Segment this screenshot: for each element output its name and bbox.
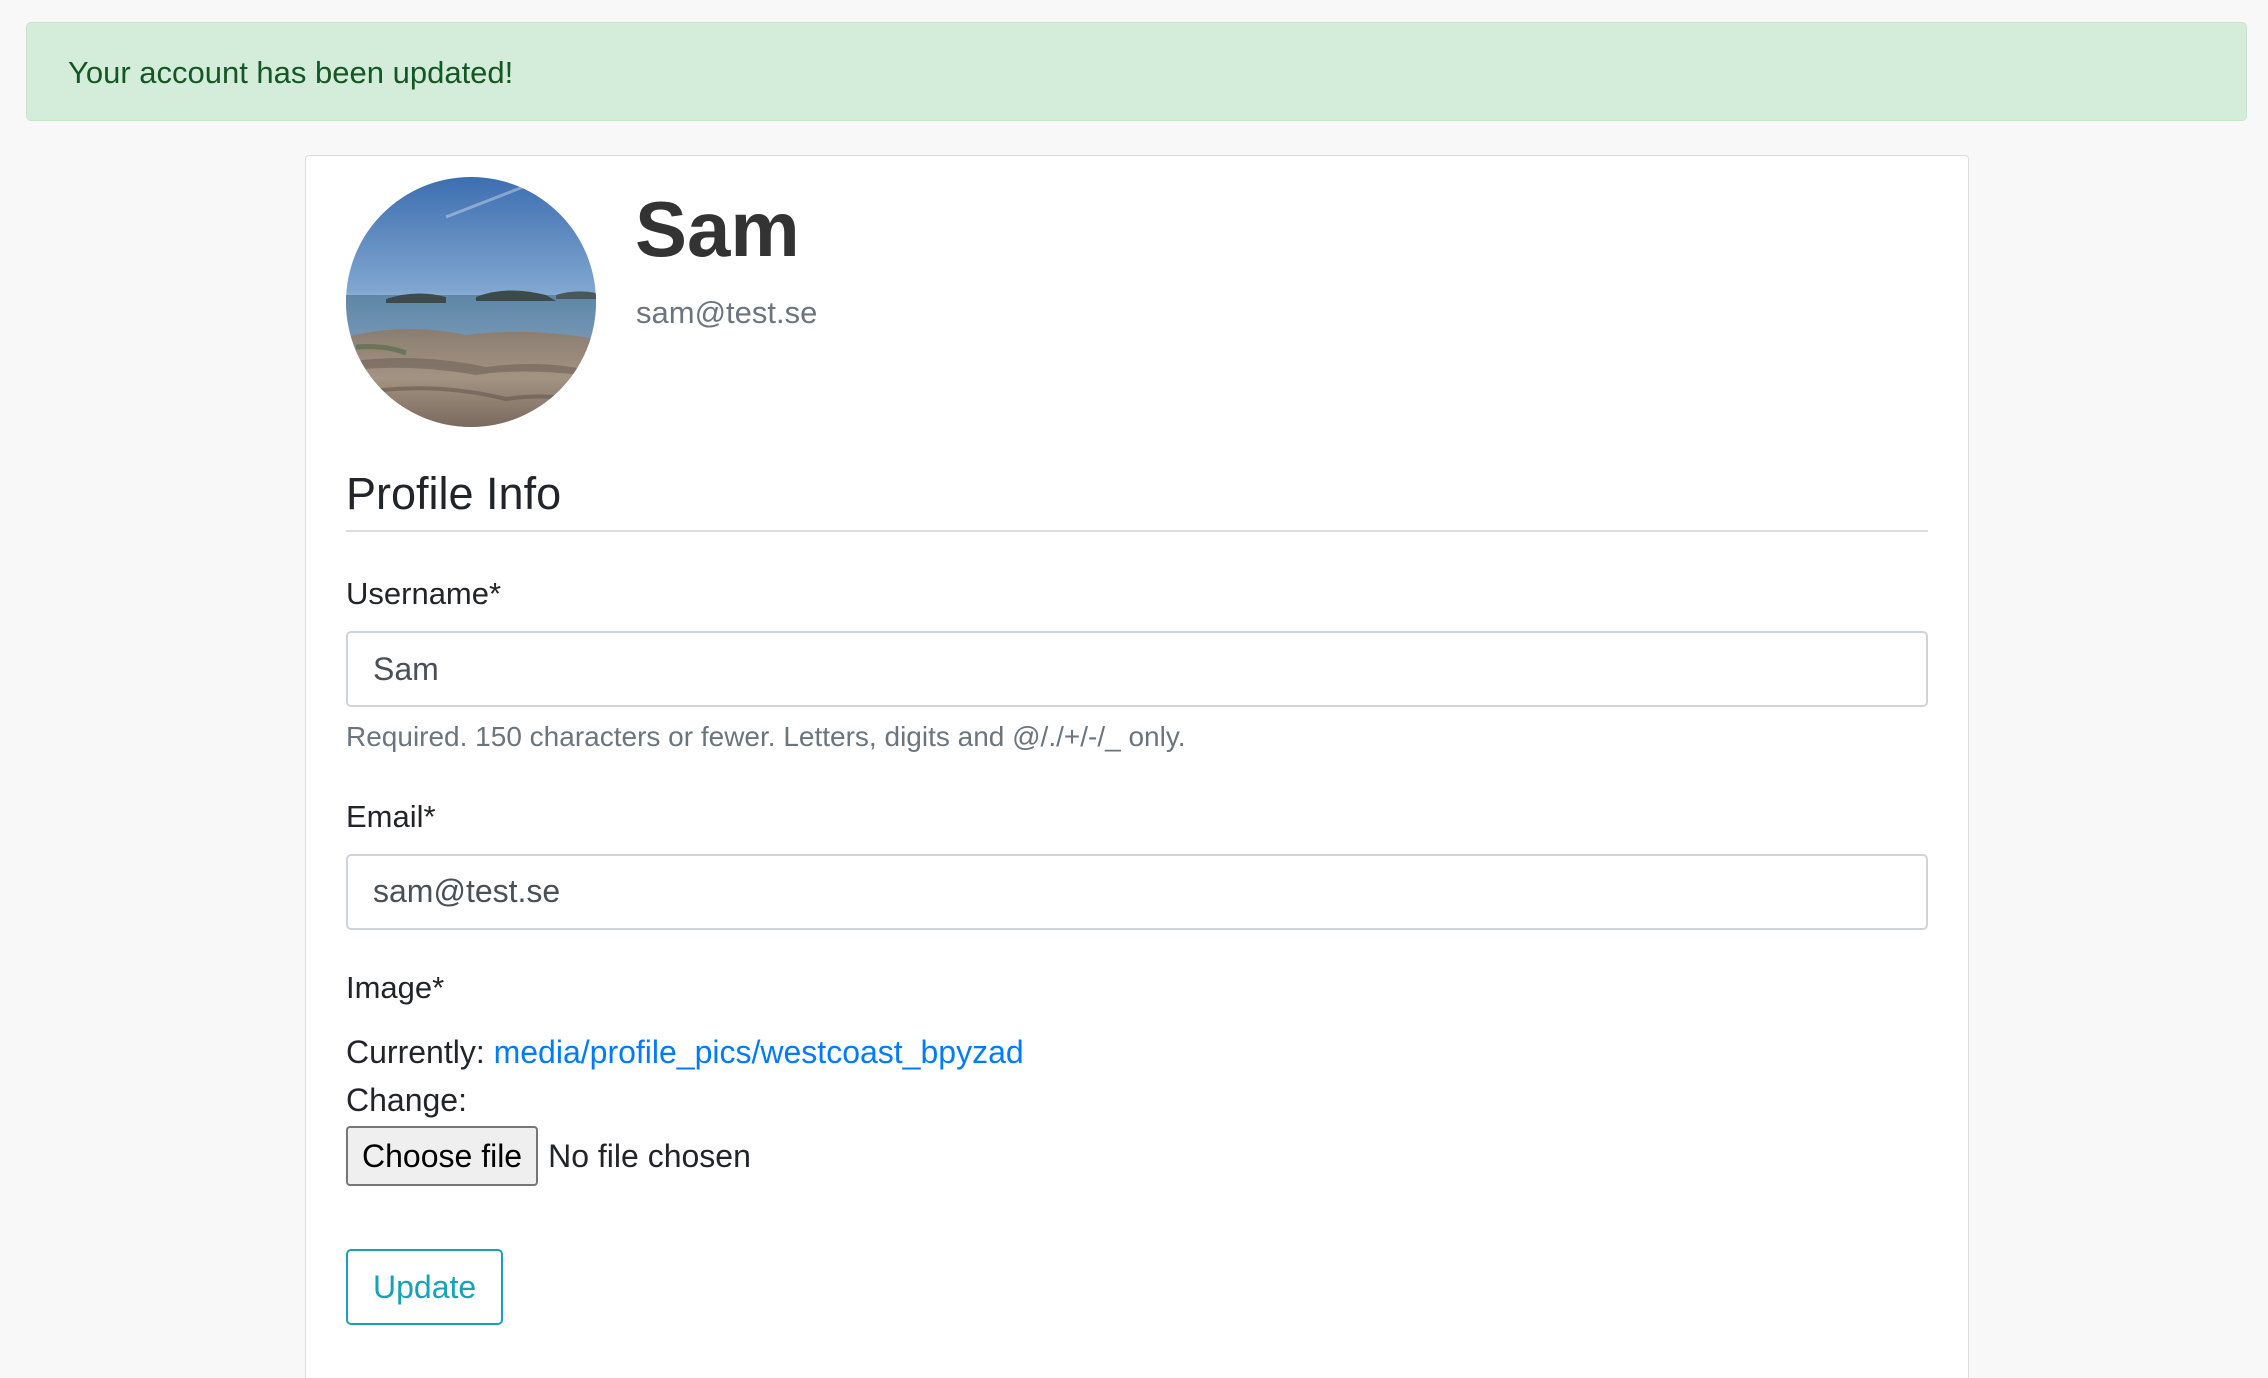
- choose-file-button[interactable]: Choose file: [346, 1126, 539, 1187]
- form-legend: Profile Info: [346, 467, 1928, 532]
- email-input[interactable]: [346, 853, 1928, 930]
- currently-label: Currently:: [346, 1034, 485, 1071]
- profile-form: Profile Info Username* Required. 150 cha…: [346, 467, 1928, 1326]
- file-input: Choose file No file chosen: [346, 1126, 1928, 1187]
- current-image-row: Currently: media/profile_pics/westcoast_…: [346, 1028, 1928, 1076]
- update-button[interactable]: Update: [346, 1249, 504, 1326]
- image-label: Image*: [346, 969, 445, 1005]
- no-file-chosen-text: No file chosen: [548, 1137, 751, 1174]
- username-label: Username*: [346, 576, 502, 611]
- success-alert: Your account has been updated!: [26, 22, 2247, 121]
- profile-name: Sam: [635, 185, 800, 273]
- current-image-link[interactable]: media/profile_pics/westcoast_bpyzad: [494, 1034, 1024, 1070]
- profile-card: Sam sam@test.se Profile Info Username* R…: [305, 155, 1969, 1378]
- profile-photo-icon: [346, 177, 596, 427]
- change-label: Change:: [346, 1082, 467, 1119]
- username-input[interactable]: [346, 631, 1928, 708]
- profile-email: sam@test.se: [636, 295, 818, 330]
- avatar: [346, 177, 596, 427]
- email-label: Email*: [346, 798, 436, 834]
- username-help-text: Required. 150 characters or fewer. Lette…: [346, 721, 1186, 753]
- alert-message: Your account has been updated!: [68, 55, 514, 90]
